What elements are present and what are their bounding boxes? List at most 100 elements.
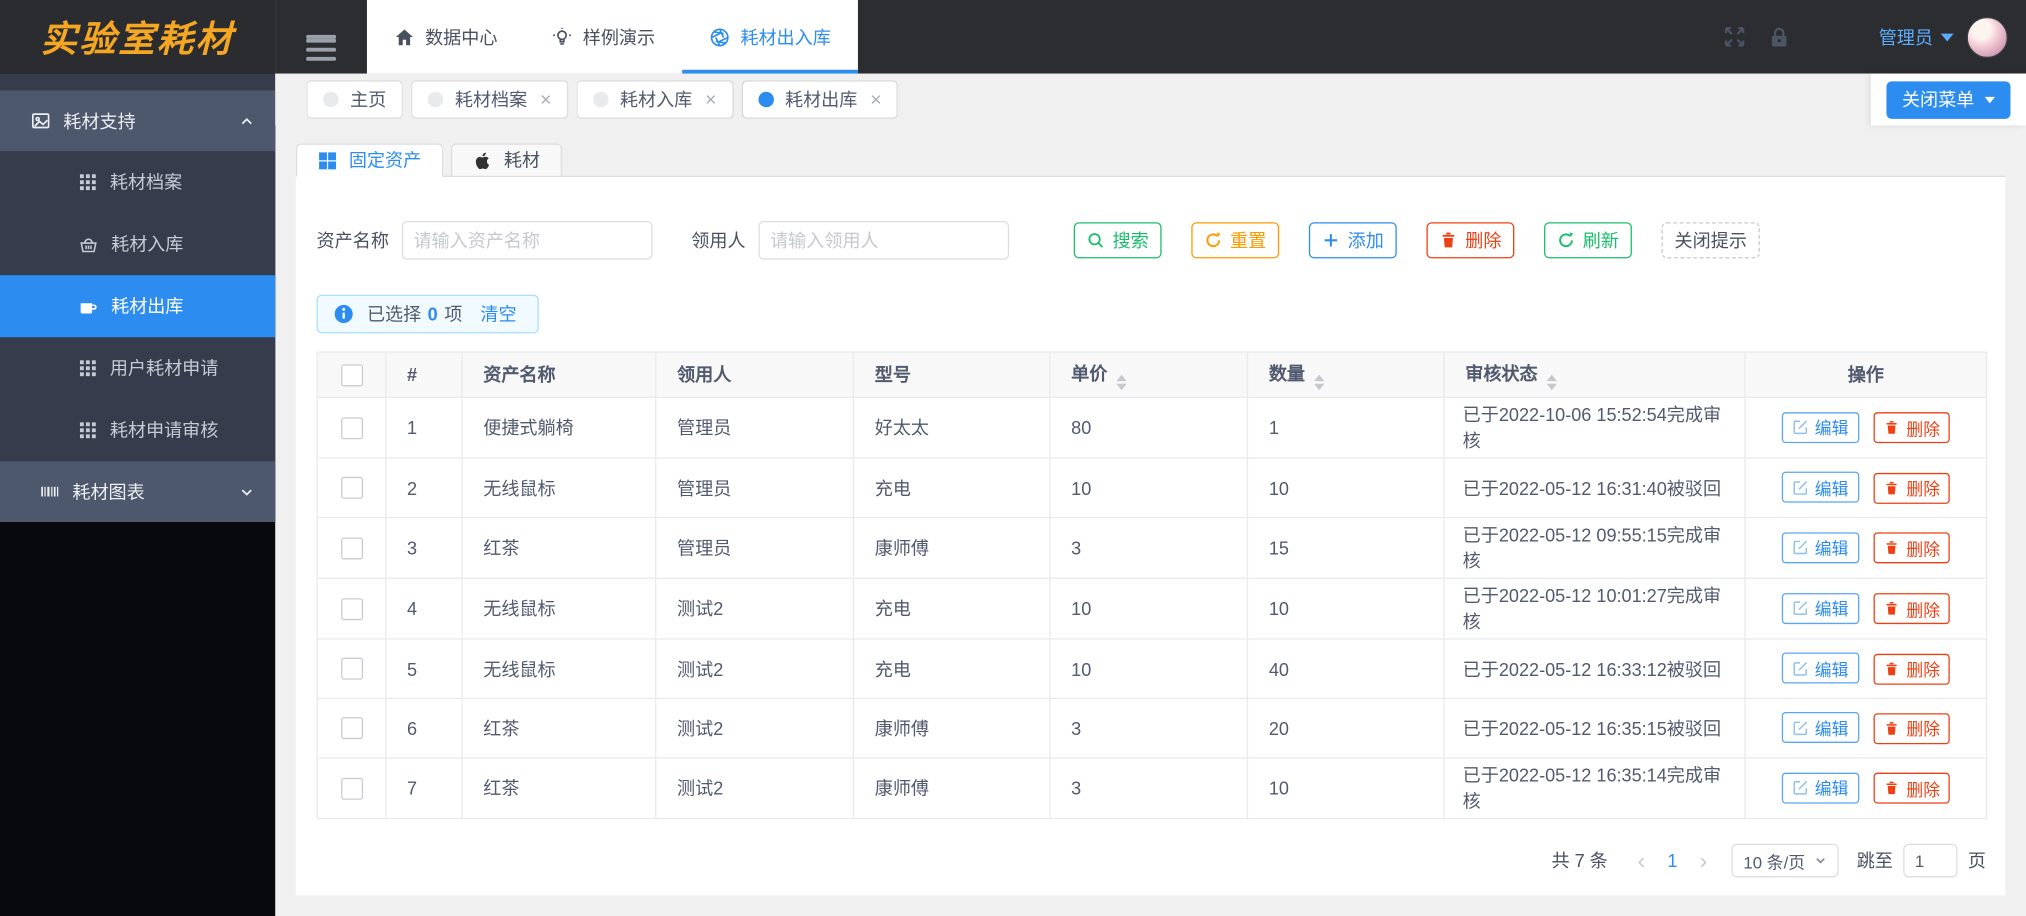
row-delete-button[interactable]: 删除 <box>1874 593 1951 625</box>
recipient-input[interactable] <box>758 220 1010 260</box>
asset-name-input[interactable] <box>401 220 653 260</box>
cell-actions: 编辑 删除 <box>1744 697 1988 759</box>
reset-button[interactable]: 重置 <box>1191 222 1280 259</box>
edit-icon <box>1792 661 1807 676</box>
row-edit-button[interactable]: 编辑 <box>1781 411 1859 443</box>
toolbar: 搜索 重置 添加 删除 刷新 关闭提示 <box>1073 222 1760 259</box>
trash-icon <box>1442 232 1455 248</box>
basket-icon <box>79 235 98 254</box>
sort-toggle[interactable] <box>1314 374 1325 390</box>
page-size-select[interactable]: 10 条/页 <box>1731 843 1839 878</box>
sidebar-section-consumable-support[interactable]: 耗材支持 <box>0 90 276 152</box>
row-checkbox[interactable] <box>340 658 363 681</box>
avatar[interactable] <box>1966 16 2008 58</box>
select-all-checkbox[interactable] <box>340 364 363 387</box>
row-delete-button[interactable]: 删除 <box>1874 472 1951 504</box>
close-icon[interactable]: × <box>870 90 881 109</box>
cell-asset-name: 无线鼠标 <box>461 457 657 519</box>
data-table: # 资产名称 领用人 型号 单价 数量 审核状态 操作 1 便捷式躺椅 管理员 … <box>316 351 1988 820</box>
table-header-row: # 资产名称 领用人 型号 单价 数量 审核状态 操作 <box>316 351 1988 398</box>
row-checkbox[interactable] <box>340 777 363 800</box>
sidebar-item-consumable-archive[interactable]: 耗材档案 <box>0 151 275 213</box>
page-tab-consumable-archive[interactable]: 耗材档案 × <box>412 81 567 118</box>
cell-recipient: 测试2 <box>655 577 855 640</box>
add-label: 添加 <box>1347 229 1384 251</box>
row-delete-label: 删除 <box>1906 720 1941 740</box>
close-icon[interactable]: × <box>540 90 551 109</box>
sort-toggle[interactable] <box>1546 374 1557 390</box>
sidebar-item-consumable-outbound[interactable]: 耗材出库 <box>0 275 276 338</box>
delete-button[interactable]: 删除 <box>1426 222 1515 259</box>
view-tabs: 固定资产 耗材 <box>295 142 2006 178</box>
clear-selection-link[interactable]: 清空 <box>480 301 516 327</box>
page-tab-label: 耗材出库 <box>784 89 858 110</box>
content-card: 资产名称 领用人 搜索 重置 <box>295 177 2006 896</box>
user-name: 管理员 <box>1878 26 1933 48</box>
close-menu-button[interactable]: 关闭菜单 <box>1886 80 2011 119</box>
chevron-down-icon <box>239 484 255 500</box>
cell-index: 6 <box>385 697 463 759</box>
refresh-button[interactable]: 刷新 <box>1544 222 1632 259</box>
tab-consumables[interactable]: 耗材 <box>450 143 563 178</box>
nav-item-data-center[interactable]: 数据中心 <box>367 0 525 74</box>
row-edit-button[interactable]: 编辑 <box>1781 471 1859 503</box>
row-delete-button[interactable]: 删除 <box>1874 412 1951 444</box>
close-tip-button[interactable]: 关闭提示 <box>1661 222 1760 259</box>
sidebar-section-label: 耗材图表 <box>72 481 145 502</box>
cell-model: 康师傅 <box>852 516 1051 579</box>
row-checkbox[interactable] <box>340 417 363 440</box>
row-delete-button[interactable]: 删除 <box>1874 712 1951 744</box>
tab-fixed-assets[interactable]: 固定资产 <box>295 143 444 178</box>
hamburger-menu-button[interactable] <box>275 0 367 74</box>
page-tab-home[interactable]: 主页 <box>307 81 402 118</box>
asset-name-label: 资产名称 <box>316 229 389 251</box>
aperture-icon <box>709 26 730 47</box>
fullscreen-icon[interactable] <box>1722 25 1747 50</box>
row-delete-button[interactable]: 删除 <box>1874 772 1951 805</box>
windows-icon <box>318 151 337 170</box>
sidebar-item-consumable-request-review[interactable]: 耗材申请审核 <box>0 399 275 461</box>
row-edit-label: 编辑 <box>1814 479 1849 499</box>
row-edit-button[interactable]: 编辑 <box>1781 652 1859 684</box>
sort-toggle[interactable] <box>1116 374 1127 390</box>
nav-item-consumable-in-out[interactable]: 耗材出入库 <box>682 0 858 74</box>
cell-asset-name: 红茶 <box>461 516 657 579</box>
page-tab-consumable-outbound[interactable]: 耗材出库 × <box>742 81 898 118</box>
row-checkbox[interactable] <box>340 598 363 621</box>
row-edit-button[interactable]: 编辑 <box>1781 592 1859 624</box>
sidebar-item-consumable-inbound[interactable]: 耗材入库 <box>0 213 275 275</box>
next-page-button[interactable]: › <box>1688 849 1719 872</box>
search-icon <box>1088 233 1104 248</box>
row-edit-button[interactable]: 编辑 <box>1781 532 1859 564</box>
cell-index: 3 <box>385 516 463 579</box>
close-icon[interactable]: × <box>705 90 716 109</box>
sidebar-item-user-consumable-request[interactable]: 用户耗材申请 <box>0 337 275 399</box>
chevron-down-icon <box>1816 858 1825 864</box>
row-checkbox[interactable] <box>340 717 363 740</box>
page-size-value: 10 条/页 <box>1743 852 1806 872</box>
sidebar-section-consumable-charts[interactable]: 耗材图表 <box>0 461 276 523</box>
tab-dot-icon <box>427 91 444 108</box>
page-number-1[interactable]: 1 <box>1657 850 1688 871</box>
page-tab-consumable-inbound[interactable]: 耗材入库 × <box>577 81 733 118</box>
caret-down-icon <box>1984 96 1995 103</box>
nav-item-sample-demo[interactable]: 样例演示 <box>525 0 683 74</box>
add-button[interactable]: 添加 <box>1308 222 1397 259</box>
row-edit-button[interactable]: 编辑 <box>1781 772 1859 804</box>
opened-tabs-bar: 主页 耗材档案 × 耗材入库 × 耗材出库 × 关闭菜单 <box>275 73 2026 126</box>
user-dropdown[interactable]: 管理员 <box>1879 24 1954 50</box>
selection-count: 0 <box>427 303 438 325</box>
search-button[interactable]: 搜索 <box>1073 222 1162 259</box>
row-delete-button[interactable]: 删除 <box>1874 653 1951 685</box>
row-checkbox[interactable] <box>340 537 363 560</box>
lock-icon[interactable] <box>1768 25 1791 48</box>
cell-asset-name: 无线鼠标 <box>461 577 657 640</box>
reset-label: 重置 <box>1230 229 1267 251</box>
jump-page-input[interactable] <box>1903 843 1958 878</box>
row-edit-button[interactable]: 编辑 <box>1781 712 1859 744</box>
prev-page-button[interactable]: ‹ <box>1626 849 1657 872</box>
cell-price: 3 <box>1049 697 1249 759</box>
row-checkbox[interactable] <box>340 477 363 500</box>
cell-actions: 编辑 删除 <box>1744 396 1988 459</box>
row-delete-button[interactable]: 删除 <box>1874 532 1951 564</box>
